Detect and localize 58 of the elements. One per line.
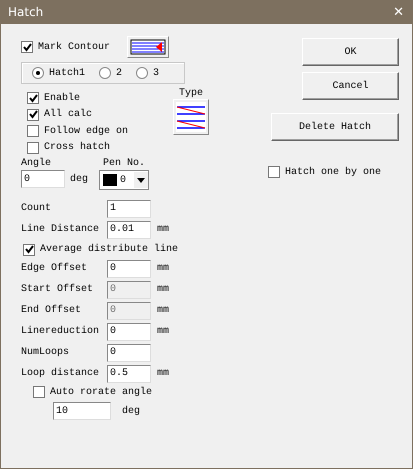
dropdown-icon: [137, 178, 146, 182]
pen-select[interactable]: 0: [99, 170, 150, 190]
radio-label: 2: [116, 68, 122, 78]
value-input[interactable]: 0: [107, 344, 151, 362]
angle-label: Angle: [21, 158, 52, 169]
field-label: Linereduction: [21, 326, 100, 337]
field-label: Line Distance: [21, 224, 100, 235]
checkbox-label: Mark Contour: [38, 42, 110, 52]
checkbox-label: Cross hatch: [44, 142, 110, 154]
field-label: NumLoops: [21, 347, 70, 358]
field-label: Count: [21, 203, 52, 214]
unit-label: deg: [122, 406, 140, 416]
option-checkbox[interactable]: [27, 142, 39, 154]
field-label: Edge Offset: [21, 263, 88, 274]
unit-label: deg: [70, 174, 88, 184]
hatch-one-by-one-checkbox[interactable]: [268, 166, 280, 178]
type-label: Type: [178, 88, 203, 99]
contour-button[interactable]: [127, 36, 170, 58]
option-checkbox[interactable]: [27, 125, 39, 138]
checkbox-label: Follow edge on: [44, 126, 128, 137]
unit-label: mm: [157, 263, 170, 274]
field-label: Loop distance: [21, 368, 100, 379]
unit-label: mm: [157, 224, 170, 235]
unit-label: mm: [157, 284, 170, 295]
value-input[interactable]: 0.01: [107, 220, 151, 238]
option-checkbox[interactable]: [27, 92, 39, 104]
delete-hatch-button[interactable]: Delete Hatch: [271, 113, 399, 141]
value-input[interactable]: 0.5: [107, 364, 151, 382]
value-input[interactable]: 0: [107, 322, 151, 340]
radio-label: 3: [153, 68, 160, 78]
radio-label: Hatch1: [49, 68, 86, 78]
field-label: End Offset: [21, 305, 82, 316]
option-checkbox[interactable]: [23, 244, 35, 256]
hatch-type-button[interactable]: [173, 99, 209, 135]
checkbox-label: All calc: [44, 109, 92, 120]
cancel-button[interactable]: Cancel: [302, 72, 399, 100]
radio-button[interactable]: [32, 67, 44, 79]
radio-button[interactable]: [99, 67, 112, 79]
mark-contour-checkbox[interactable]: [21, 41, 33, 53]
unit-label: mm: [157, 368, 170, 379]
window-title: Hatch: [8, 5, 44, 19]
ok-button[interactable]: OK: [302, 38, 399, 66]
unit-label: mm: [157, 305, 170, 316]
angle-input[interactable]: 0: [21, 170, 65, 188]
unit-label: mm: [157, 326, 170, 337]
checkbox-label: Enable: [44, 92, 80, 104]
rotate-angle-input[interactable]: 10: [53, 402, 111, 420]
option-checkbox[interactable]: [27, 108, 39, 121]
checkbox-label: Hatch one by one: [285, 166, 382, 178]
pen-label: Pen No.: [103, 158, 146, 169]
value-input[interactable]: 1: [107, 200, 151, 218]
auto-rotate-checkbox[interactable]: [33, 386, 45, 398]
value-input[interactable]: 0: [107, 260, 151, 278]
close-button[interactable]: ✕: [393, 4, 404, 20]
radio-button[interactable]: [136, 67, 148, 79]
checkbox-label: Auto rorate angle: [50, 386, 152, 398]
field-label: Start Offset: [21, 284, 94, 295]
checkbox-label: Average distribute line: [40, 244, 178, 255]
